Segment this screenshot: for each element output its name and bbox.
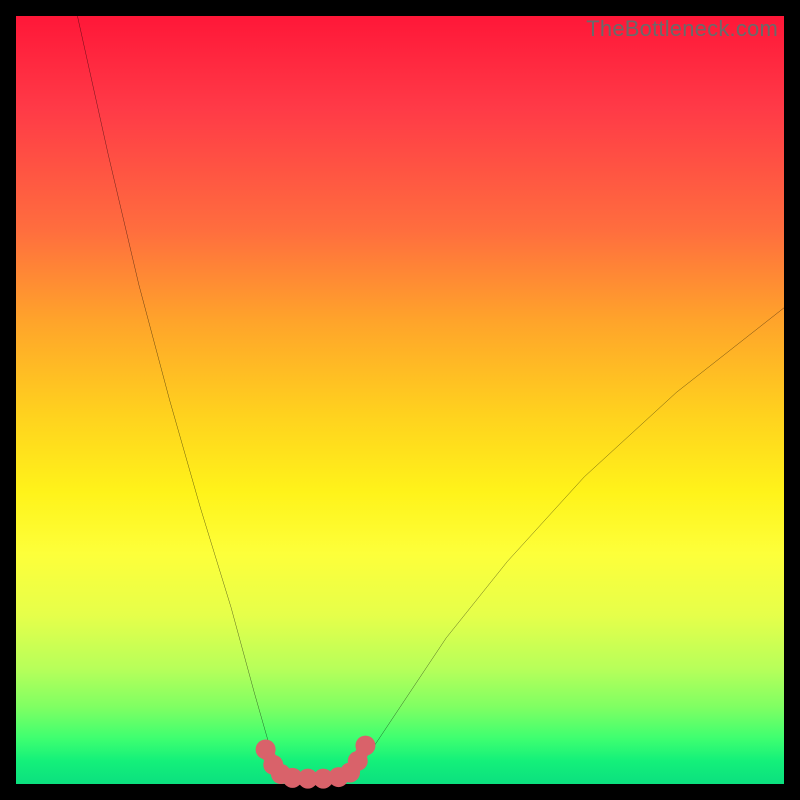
chart-frame: TheBottleneck.com xyxy=(0,0,800,800)
left-curve xyxy=(77,16,281,772)
right-curve xyxy=(354,308,784,773)
curve-layer xyxy=(16,16,784,784)
plot-area: TheBottleneck.com xyxy=(16,16,784,784)
